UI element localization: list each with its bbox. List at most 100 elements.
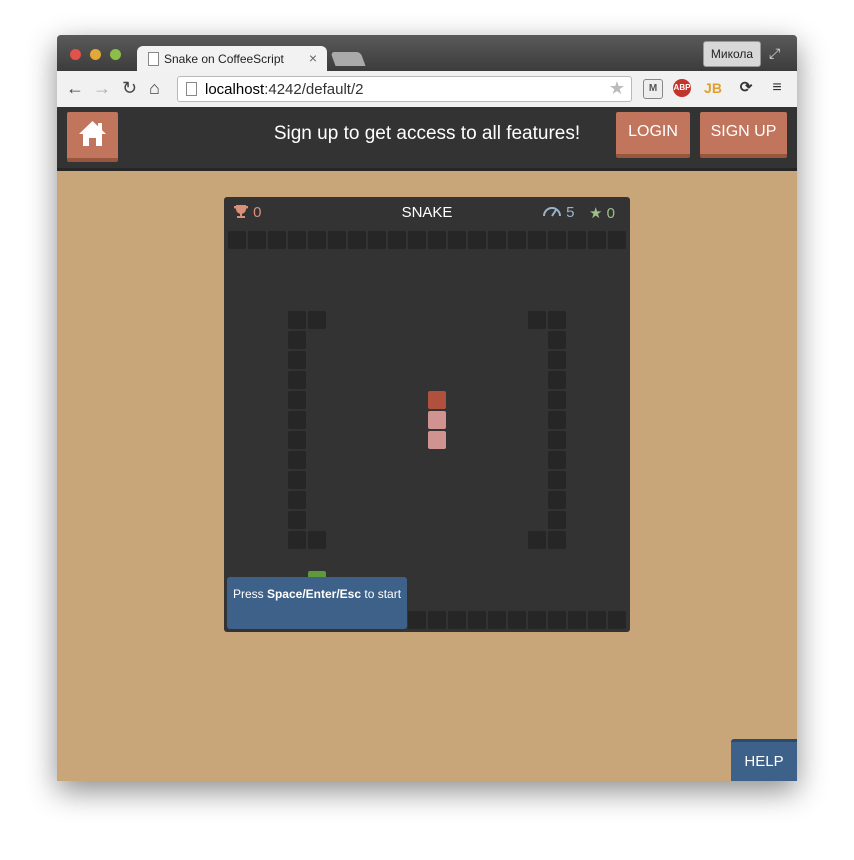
star-icon: ★ <box>589 205 603 222</box>
wall-cell <box>348 231 366 249</box>
site-header: Sign up to get access to all features! L… <box>57 107 797 171</box>
wall-cell <box>568 231 586 249</box>
wall-cell <box>288 391 306 409</box>
wall-cell <box>548 611 566 629</box>
browser-window: Snake on CoffeeScript × Микола ⤢ ← → ↻ ⌂… <box>57 35 797 781</box>
wall-cell <box>288 311 306 329</box>
wall-cell <box>308 231 326 249</box>
wall-cell <box>288 451 306 469</box>
url-text: localhost:4242/default/2 <box>205 81 364 98</box>
fullscreen-icon[interactable]: ⤢ <box>769 45 780 62</box>
wall-cell <box>528 611 546 629</box>
wall-cell <box>468 611 486 629</box>
wall-cell <box>548 231 566 249</box>
wall-cell <box>548 351 566 369</box>
wall-cell <box>568 611 586 629</box>
star-score: ★ 0 <box>589 204 615 222</box>
wall-cell <box>428 611 446 629</box>
wall-cell <box>548 311 566 329</box>
wall-cell <box>588 611 606 629</box>
zoom-window-button[interactable] <box>110 49 121 60</box>
wall-cell <box>488 611 506 629</box>
wall-cell <box>288 431 306 449</box>
address-bar[interactable]: localhost:4242/default/2 ★ <box>177 76 632 102</box>
speed-value: 5 <box>566 204 575 221</box>
start-instructions: Press Space/Enter/Esc to start <box>227 577 407 629</box>
wall-cell <box>288 511 306 529</box>
wall-cell <box>508 231 526 249</box>
wall-cell <box>288 491 306 509</box>
wall-cell <box>548 331 566 349</box>
wall-cell <box>608 231 626 249</box>
wall-cell <box>448 611 466 629</box>
wall-cell <box>308 531 326 549</box>
wall-cell <box>288 331 306 349</box>
star-count: 0 <box>606 205 615 222</box>
browser-toolbar: ← → ↻ ⌂ localhost:4242/default/2 ★ M ABP… <box>57 71 797 108</box>
profile-button[interactable]: Микола <box>703 41 761 67</box>
game-board[interactable]: 0 SNAKE 5 ★ 0 Press Space/Enter/Esc to s… <box>224 197 630 632</box>
wall-cell <box>288 531 306 549</box>
login-button[interactable]: LOGIN <box>616 112 690 158</box>
wall-cell <box>368 231 386 249</box>
adblock-extension-icon[interactable]: ABP <box>673 79 691 97</box>
wall-cell <box>508 611 526 629</box>
title-bar: Snake on CoffeeScript × Микола ⤢ <box>57 35 797 71</box>
new-tab-button[interactable] <box>330 52 366 66</box>
back-icon[interactable]: ← <box>66 78 84 99</box>
start-keys: Space/Enter/Esc <box>266 587 362 601</box>
wall-cell <box>548 371 566 389</box>
tab-close-icon[interactable]: × <box>309 50 317 66</box>
wall-cell <box>528 531 546 549</box>
browser-tab[interactable]: Snake on CoffeeScript × <box>137 46 327 71</box>
wall-cell <box>408 231 426 249</box>
wall-cell <box>548 411 566 429</box>
wall-cell <box>288 231 306 249</box>
speedometer-icon <box>543 207 561 217</box>
forward-icon[interactable]: → <box>93 78 111 99</box>
wall-cell <box>288 411 306 429</box>
wall-cell <box>528 311 546 329</box>
wall-cell <box>248 231 266 249</box>
wall-cell <box>288 471 306 489</box>
snake-body <box>428 411 446 429</box>
home-icon[interactable]: ⌂ <box>149 78 160 99</box>
game-status-bar: 0 SNAKE 5 ★ 0 <box>224 197 630 227</box>
speed-stat: 5 <box>542 204 575 221</box>
wall-cell <box>548 531 566 549</box>
wall-cell <box>408 611 426 629</box>
wall-cell <box>548 431 566 449</box>
bookmark-star-icon[interactable]: ★ <box>609 78 625 99</box>
wall-cell <box>448 231 466 249</box>
minimize-window-button[interactable] <box>90 49 101 60</box>
signup-button[interactable]: SIGN UP <box>700 112 787 158</box>
wall-cell <box>328 231 346 249</box>
close-window-button[interactable] <box>70 49 81 60</box>
wall-cell <box>288 351 306 369</box>
page-icon <box>186 82 197 96</box>
menu-icon[interactable]: ≡ <box>768 79 786 97</box>
help-button[interactable]: HELP <box>731 739 797 781</box>
wall-cell <box>588 231 606 249</box>
wall-cell <box>428 231 446 249</box>
snake-head <box>428 391 446 409</box>
tab-title: Snake on CoffeeScript <box>164 52 284 66</box>
reload-icon[interactable]: ↻ <box>122 78 137 99</box>
wall-cell <box>468 231 486 249</box>
wall-cell <box>308 311 326 329</box>
gmail-extension-icon[interactable]: M <box>643 79 663 99</box>
page-icon <box>148 52 159 66</box>
wall-cell <box>528 231 546 249</box>
wall-cell <box>548 391 566 409</box>
jetbrains-extension-icon[interactable]: JB <box>704 79 722 97</box>
wall-cell <box>548 511 566 529</box>
wall-cell <box>548 491 566 509</box>
wall-cell <box>228 231 246 249</box>
wall-cell <box>488 231 506 249</box>
wall-cell <box>608 611 626 629</box>
wall-cell <box>388 231 406 249</box>
wall-cell <box>268 231 286 249</box>
snake-body <box>428 431 446 449</box>
sync-extension-icon[interactable]: ⟳ <box>737 79 755 97</box>
wall-cell <box>548 451 566 469</box>
